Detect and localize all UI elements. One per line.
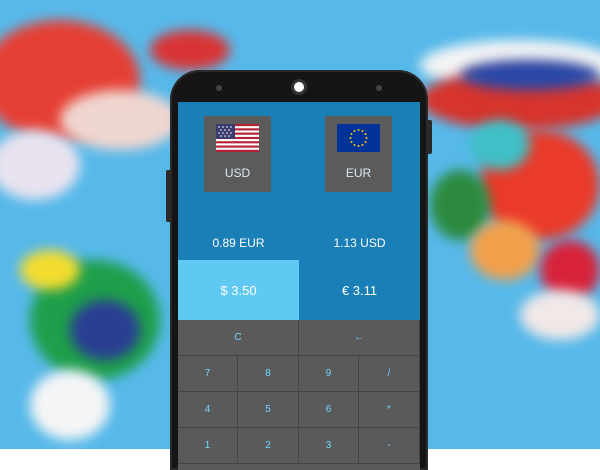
key-2[interactable]: 2 xyxy=(238,428,299,464)
multiply-key[interactable]: * xyxy=(359,392,420,428)
currency-selector-eur[interactable]: EUR xyxy=(325,116,392,192)
key-3[interactable]: 3 xyxy=(299,428,359,464)
key-8[interactable]: 8 xyxy=(238,356,299,392)
key-9[interactable]: 9 xyxy=(299,356,359,392)
key-5[interactable]: 5 xyxy=(238,392,299,428)
sensor-dot xyxy=(376,85,382,91)
amount-output-to[interactable]: € 3.11 xyxy=(299,260,420,320)
us-flag-icon xyxy=(216,124,259,152)
front-camera-icon xyxy=(294,82,304,92)
clear-key[interactable]: C xyxy=(178,320,299,356)
eu-flag-icon xyxy=(337,124,380,152)
currency-code-to: EUR xyxy=(345,166,372,180)
sensor-dot xyxy=(216,85,222,91)
key-7[interactable]: 7 xyxy=(178,356,238,392)
currency-code-from: USD xyxy=(224,166,251,180)
divide-key[interactable]: / xyxy=(359,356,420,392)
currency-selector-usd[interactable]: USD xyxy=(204,116,271,192)
phone-frame: USD EUR 0.89 EUR 1.13 USD $ 3.50 € 3.11 … xyxy=(170,70,428,470)
exchange-rate-to: 1.13 USD xyxy=(333,236,386,250)
key-4[interactable]: 4 xyxy=(178,392,238,428)
exchange-rate-from: 0.89 EUR xyxy=(212,236,265,250)
backspace-key[interactable]: ← xyxy=(299,320,420,356)
app-screen: USD EUR 0.89 EUR 1.13 USD $ 3.50 € 3.11 … xyxy=(178,102,420,470)
keypad: C ← 7 8 9 / 4 5 6 * 1 2 3 - xyxy=(178,320,420,470)
key-1[interactable]: 1 xyxy=(178,428,238,464)
subtract-key[interactable]: - xyxy=(359,428,420,464)
amount-input-from[interactable]: $ 3.50 xyxy=(178,260,299,320)
key-6[interactable]: 6 xyxy=(299,392,359,428)
